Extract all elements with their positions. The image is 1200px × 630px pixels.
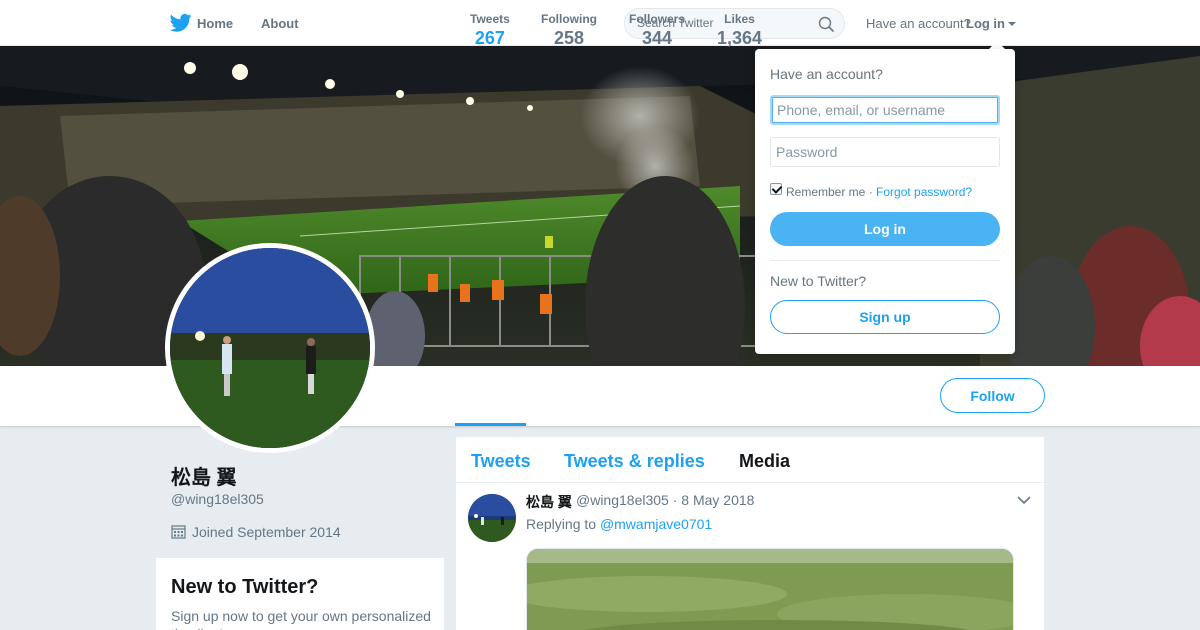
stat-tweets[interactable]: Tweets 267 <box>470 12 510 49</box>
stat-label: Likes <box>724 12 755 26</box>
stat-value: 267 <box>474 28 505 48</box>
remember-me-checkbox[interactable] <box>770 183 782 195</box>
timeline-tabs: Tweets Tweets & replies Media <box>456 437 1044 483</box>
new-to-twitter-card: New to Twitter? Sign up now to get your … <box>156 558 444 630</box>
replying-to: Replying to @mwamjave0701 <box>526 516 712 532</box>
tweet-author-name[interactable]: 松島 翼 <box>526 492 572 512</box>
tweet-meta: @wing18el305 · 8 May 2018 <box>576 492 755 508</box>
stat-following[interactable]: Following 258 <box>541 12 597 49</box>
joined-date: Joined September 2014 <box>192 524 341 540</box>
new-to-twitter-label: New to Twitter? <box>770 273 867 289</box>
tweet-media[interactable] <box>526 548 1014 630</box>
forgot-password-link[interactable]: Forgot password? <box>876 185 972 199</box>
login-dropdown-toggle[interactable]: Log in <box>966 16 1005 31</box>
tab-media[interactable]: Media <box>739 451 790 472</box>
stat-label: Followers <box>629 12 686 26</box>
new-to-twitter-text: Sign up now to get your own personalized… <box>171 608 431 630</box>
nav-about-link[interactable]: About <box>261 16 299 31</box>
timeline: Tweets Tweets & replies Media 松島 翼 @wing… <box>456 437 1044 630</box>
chevron-down-icon[interactable] <box>1017 495 1031 505</box>
profile-handle: @wing18el305 <box>171 491 264 507</box>
remember-me-label[interactable]: Remember me · <box>786 185 873 199</box>
tweet-avatar-image <box>468 494 516 542</box>
twitter-bird-icon[interactable] <box>170 13 192 33</box>
nav-home-link[interactable]: Home <box>197 16 233 31</box>
top-nav: Home About Have an account? Log in <box>0 0 1200 46</box>
stat-value: 258 <box>553 28 585 48</box>
profile-avatar[interactable] <box>165 243 375 453</box>
calendar-icon <box>171 525 186 539</box>
tab-tweets[interactable]: Tweets <box>471 451 531 472</box>
stat-label: Tweets <box>470 12 510 26</box>
signup-button[interactable]: Sign up <box>770 300 1000 334</box>
new-to-twitter-title: New to Twitter? <box>171 576 319 598</box>
tweet-avatar[interactable] <box>468 494 516 542</box>
password-field[interactable] <box>770 137 1000 167</box>
have-account-text: Have an account? <box>866 16 971 31</box>
remember-me-row: Remember me · Forgot password? <box>786 185 972 199</box>
search-icon[interactable] <box>818 16 834 32</box>
replying-prefix: Replying to <box>526 516 597 532</box>
stat-value: 344 <box>641 28 673 48</box>
tweet-media-image <box>527 549 1013 630</box>
username-field[interactable] <box>770 95 1000 125</box>
dropdown-title: Have an account? <box>770 66 883 82</box>
avatar-image <box>170 248 370 448</box>
stat-label: Following <box>541 12 597 26</box>
tab-tweets-and-replies[interactable]: Tweets & replies <box>564 451 705 472</box>
stat-likes[interactable]: Likes 1,364 <box>717 12 762 49</box>
stat-followers[interactable]: Followers 344 <box>629 12 685 49</box>
replying-to-link[interactable]: @mwamjave0701 <box>600 516 712 532</box>
login-button[interactable]: Log in <box>770 212 1000 246</box>
dropdown-divider <box>770 260 1000 261</box>
login-dropdown: Have an account? Remember me · Forgot pa… <box>755 49 1015 354</box>
active-stat-indicator <box>455 423 526 426</box>
caret-down-icon[interactable] <box>1008 22 1016 26</box>
stat-value: 1,364 <box>717 28 763 48</box>
follow-button[interactable]: Follow <box>940 378 1045 413</box>
profile-name[interactable]: 松島 翼 <box>171 461 237 490</box>
